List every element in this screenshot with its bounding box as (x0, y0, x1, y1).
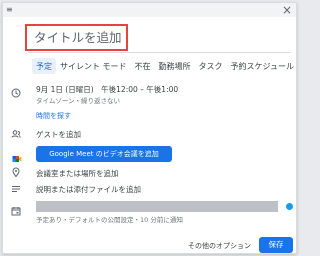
calendar-selector-redacted[interactable] (36, 201, 278, 212)
add-description[interactable]: 説明または添付ファイルを追加 (36, 184, 141, 195)
tab-event[interactable]: 予定 (32, 58, 56, 74)
event-dialog: ≡ × 予定 サイレント モード 不在 勤務場所 タスク 予約スケジュール 9月… (2, 2, 297, 254)
calendar-icon (11, 206, 21, 216)
dialog-drag-bar[interactable]: ≡ × (3, 3, 296, 17)
event-datetime[interactable]: 9月 1日 (日曜日) 午後12:00 – 午後1:00 (36, 84, 178, 95)
title-input[interactable] (28, 27, 125, 48)
close-icon[interactable]: × (281, 4, 293, 16)
description-icon (11, 184, 21, 194)
tab-appointment-schedule[interactable]: 予約スケジュール (227, 58, 298, 74)
drag-handle-icon[interactable]: ≡ (6, 6, 18, 14)
location-icon (11, 167, 21, 177)
google-meet-icon (12, 149, 22, 162)
tab-do-not-disturb[interactable]: サイレント モード (56, 58, 131, 74)
timezone-repeat[interactable]: タイムゾーン・繰り返さない (36, 95, 120, 105)
people-icon (11, 129, 21, 139)
event-type-tabs: 予定 サイレント モード 不在 勤務場所 タスク 予約スケジュール (32, 58, 298, 76)
more-options-link[interactable]: その他のオプション (188, 241, 251, 251)
title-highlight (25, 24, 128, 51)
find-time-link[interactable]: 時間を探す (36, 111, 71, 121)
clock-icon (11, 88, 21, 98)
calendar-details[interactable]: 予定あり・デフォルトの公開設定・10 分前に通知 (36, 214, 183, 224)
save-button[interactable]: 保存 (259, 237, 293, 253)
tab-working-location[interactable]: 勤務場所 (155, 58, 195, 74)
tab-task[interactable]: タスク (195, 58, 227, 74)
add-google-meet-button[interactable]: Google Meet のビデオ会議を追加 (36, 146, 172, 162)
title-underline (28, 52, 291, 53)
add-location[interactable]: 会議室または場所を追加 (36, 168, 119, 179)
calendar-color-dot (286, 203, 293, 210)
add-guests[interactable]: ゲストを追加 (36, 129, 81, 140)
tab-out-of-office[interactable]: 不在 (131, 58, 155, 74)
